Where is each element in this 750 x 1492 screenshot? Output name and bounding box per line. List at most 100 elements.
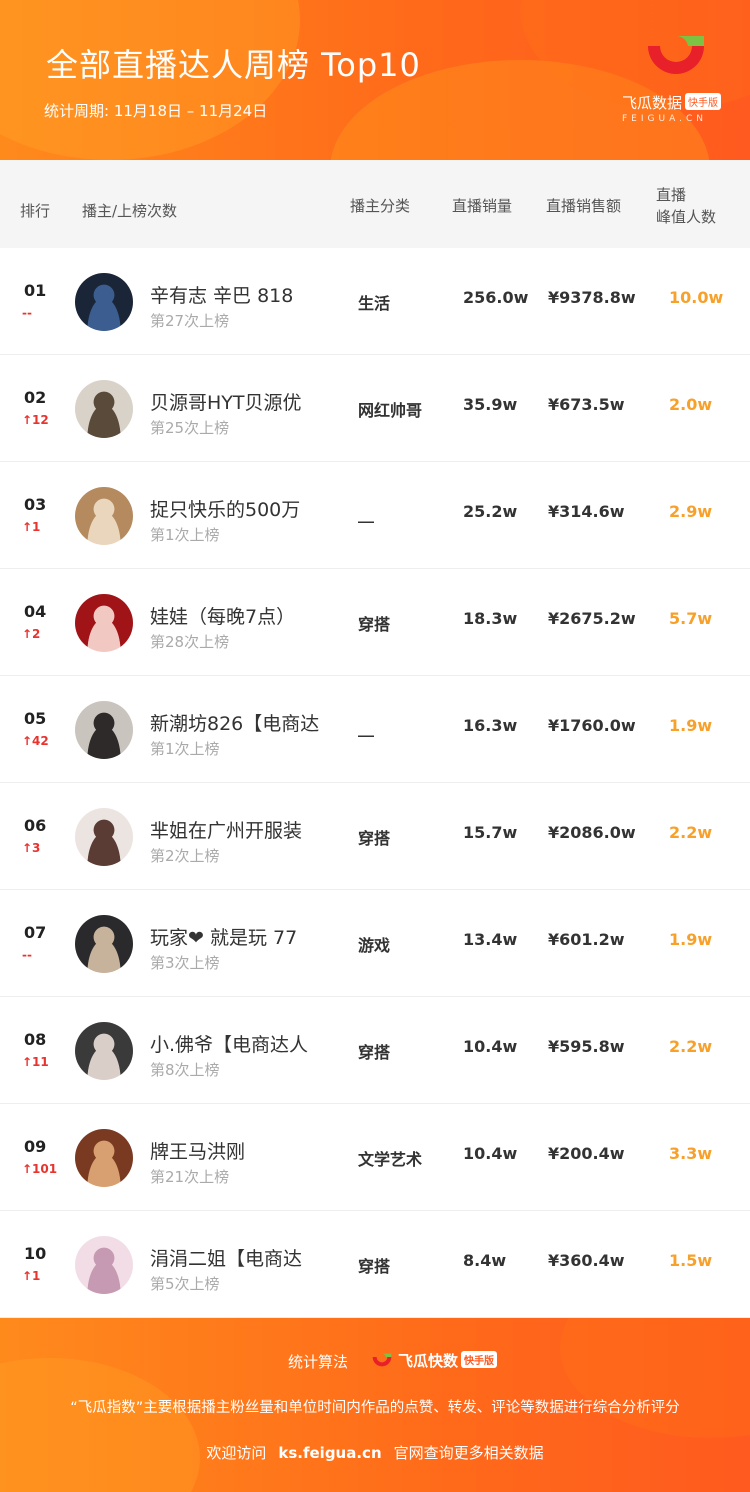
host-name[interactable]: 捉只快乐的500万 [150, 495, 340, 522]
table-row[interactable]: 07 -- 玩家❤ 就是玩 77 第3次上榜 游戏 13.4w ¥601.2w … [0, 890, 750, 997]
peak-viewers: 5.7w [669, 609, 713, 628]
feigua-logo[interactable]: 飞瓜数据 快手版 FEIGUA.CN [622, 34, 732, 134]
footer-brand-badge: 快手版 [461, 1351, 498, 1368]
host-name[interactable]: 涓涓二姐【电商达 [150, 1244, 340, 1271]
live-sales: 15.7w [463, 823, 518, 842]
rank-number: 08 [24, 1030, 47, 1049]
rank-change: ↑12 [22, 413, 49, 427]
footer-decoration [560, 1318, 750, 1438]
host-name[interactable]: 芈姐在广州开服装 [150, 816, 340, 843]
host-category: 网红帅哥 [358, 401, 423, 420]
host-category: 穿搭 [358, 1257, 391, 1276]
live-amount: ¥2086.0w [548, 823, 636, 842]
table-row[interactable]: 09 ↑101 牌王马洪刚 第21次上榜 文学艺术 10.4w ¥200.4w … [0, 1104, 750, 1211]
algo-label: 统计算法 [288, 1353, 349, 1371]
logo-domain: FEIGUA.CN [622, 114, 707, 124]
host-name[interactable]: 贝源哥HYT贝源优 [150, 388, 340, 415]
avatar[interactable] [75, 1129, 133, 1187]
table-header: 排行 播主/上榜次数 播主分类 直播销量 直播销售额 直播 峰值人数 [0, 160, 750, 248]
avatar[interactable] [75, 915, 133, 973]
live-amount: ¥2675.2w [548, 609, 636, 628]
footer-banner: 统计算法 飞瓜快数 快手版 “飞瓜指数”主要根据播主粉丝量和单位时间内作品的点赞、… [0, 1318, 750, 1492]
stats-period: 统计周期: 11月18日 – 11月24日 [44, 102, 268, 120]
live-sales: 10.4w [463, 1037, 518, 1056]
host-category: 生活 [358, 294, 391, 313]
list-times: 第27次上榜 [150, 312, 230, 330]
live-amount: ¥200.4w [548, 1144, 625, 1163]
live-sales: 10.4w [463, 1144, 518, 1163]
rank-change: ↑1 [22, 1269, 41, 1283]
avatar[interactable] [75, 487, 133, 545]
rank-number: 03 [24, 495, 47, 514]
host-category: 穿搭 [358, 829, 391, 848]
avatar[interactable] [75, 594, 133, 652]
rank-number: 06 [24, 816, 47, 835]
table-row[interactable]: 08 ↑11 小.佛爷【电商达人 第8次上榜 穿搭 10.4w ¥595.8w … [0, 997, 750, 1104]
list-times: 第2次上榜 [150, 847, 220, 865]
table-row[interactable]: 02 ↑12 贝源哥HYT贝源优 第25次上榜 网红帅哥 35.9w ¥673.… [0, 355, 750, 462]
rank-change: ↑11 [22, 1055, 49, 1069]
rank-change: ↑1 [22, 520, 41, 534]
rank-change: ↑101 [22, 1162, 58, 1176]
rank-number: 04 [24, 602, 47, 621]
host-name[interactable]: 小.佛爷【电商达人 [150, 1030, 340, 1057]
live-sales: 16.3w [463, 716, 518, 735]
table-row[interactable]: 06 ↑3 芈姐在广州开服装 第2次上榜 穿搭 15.7w ¥2086.0w 2… [0, 783, 750, 890]
host-name[interactable]: 新潮坊826【电商达 [150, 709, 340, 736]
host-name[interactable]: 玩家❤ 就是玩 77 [150, 923, 340, 950]
avatar[interactable] [75, 1022, 133, 1080]
list-times: 第25次上榜 [150, 419, 230, 437]
peak-viewers: 2.9w [669, 502, 713, 521]
table-row[interactable]: 10 ↑1 涓涓二姐【电商达 第5次上榜 穿搭 8.4w ¥360.4w 1.5… [0, 1211, 750, 1318]
header-banner: 全部直播达人周榜 Top10 统计周期: 11月18日 – 11月24日 飞瓜数… [0, 0, 750, 160]
avatar[interactable] [75, 273, 133, 331]
host-name[interactable]: 辛有志 辛巴 818 [150, 281, 340, 308]
page-title: 全部直播达人周榜 Top10 [46, 46, 421, 84]
live-sales: 13.4w [463, 930, 518, 949]
host-category: 穿搭 [358, 1043, 391, 1062]
rank-number: 07 [24, 923, 47, 942]
footer-brand: 飞瓜快数 快手版 [370, 1350, 498, 1371]
feigua-mini-logo-icon [372, 1353, 392, 1367]
peak-viewers: 2.2w [669, 823, 713, 842]
rank-number: 09 [24, 1137, 47, 1156]
host-category: 穿搭 [358, 615, 391, 634]
column-sales: 直播销量 [452, 197, 513, 215]
list-times: 第1次上榜 [150, 526, 220, 544]
table-row[interactable]: 03 ↑1 捉只快乐的500万 第1次上榜 __ 25.2w ¥314.6w 2… [0, 462, 750, 569]
avatar[interactable] [75, 1236, 133, 1294]
live-sales: 8.4w [463, 1251, 507, 1270]
live-sales: 35.9w [463, 395, 518, 414]
rank-number: 02 [24, 388, 47, 407]
live-sales: 256.0w [463, 288, 529, 307]
list-times: 第1次上榜 [150, 740, 220, 758]
table-row[interactable]: 01 -- 辛有志 辛巴 818 第27次上榜 生活 256.0w ¥9378.… [0, 248, 750, 355]
host-name[interactable]: 娃娃（每晚7点） [150, 602, 340, 629]
avatar[interactable] [75, 808, 133, 866]
peak-viewers: 1.9w [669, 716, 713, 735]
live-amount: ¥673.5w [548, 395, 625, 414]
live-sales: 25.2w [463, 502, 518, 521]
list-times: 第28次上榜 [150, 633, 230, 651]
table-row[interactable]: 04 ↑2 娃娃（每晚7点） 第28次上榜 穿搭 18.3w ¥2675.2w … [0, 569, 750, 676]
column-category: 播主分类 [350, 197, 411, 215]
host-category: 文学艺术 [358, 1150, 423, 1169]
avatar[interactable] [75, 380, 133, 438]
avatar[interactable] [75, 701, 133, 759]
ranking-list: 01 -- 辛有志 辛巴 818 第27次上榜 生活 256.0w ¥9378.… [0, 248, 750, 1318]
host-name[interactable]: 牌王马洪刚 [150, 1137, 340, 1164]
live-amount: ¥1760.0w [548, 716, 636, 735]
peak-viewers: 2.0w [669, 395, 713, 414]
rank-change: -- [22, 948, 32, 962]
list-times: 第21次上榜 [150, 1168, 230, 1186]
logo-badge: 快手版 [685, 93, 722, 110]
visit-link[interactable]: ks.feigua.cn [278, 1444, 381, 1462]
live-amount: ¥9378.8w [548, 288, 636, 307]
rank-change: ↑42 [22, 734, 49, 748]
rank-number: 01 [24, 281, 47, 300]
table-row[interactable]: 05 ↑42 新潮坊826【电商达 第1次上榜 __ 16.3w ¥1760.0… [0, 676, 750, 783]
column-peak-line2: 峰值人数 [656, 208, 717, 226]
live-sales: 18.3w [463, 609, 518, 628]
peak-viewers: 1.9w [669, 930, 713, 949]
live-amount: ¥314.6w [548, 502, 625, 521]
